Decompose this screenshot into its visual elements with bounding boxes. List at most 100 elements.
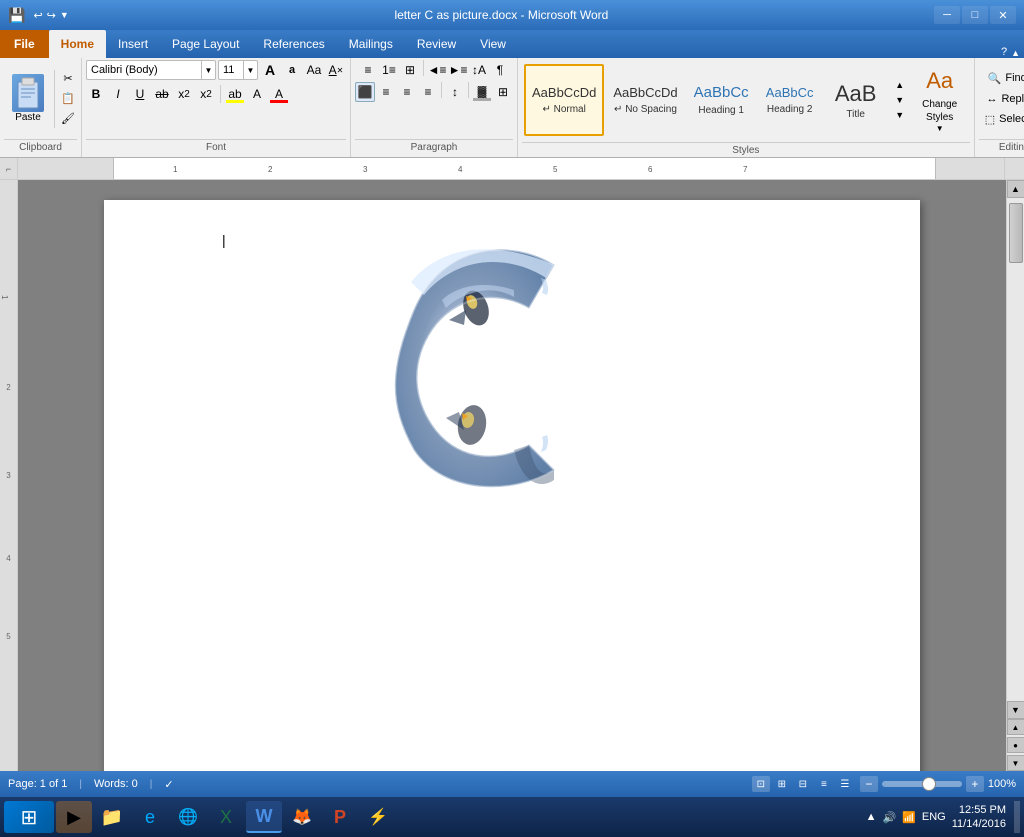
bold-button[interactable]: B [86,84,106,104]
align-left-button[interactable]: ⬛ [355,82,375,102]
underline-button[interactable]: U [130,84,150,104]
browse-select-button[interactable]: ● [1007,737,1024,753]
tab-references[interactable]: References [251,30,336,58]
volume-icon[interactable]: 🔊 [883,811,897,824]
clipboard-label: Clipboard [4,139,77,155]
editing-label: Editing [979,139,1024,155]
proofing-icon[interactable]: ✓ [164,778,173,791]
zoom-out-button[interactable]: − [860,776,878,792]
show-marks-button[interactable]: ¶ [490,60,510,80]
tab-home[interactable]: Home [49,30,106,58]
print-layout-view[interactable]: ⊡ [752,776,770,792]
cut-button[interactable]: ✂ [59,70,77,88]
align-center-button[interactable]: ≡ [376,82,396,102]
style-heading1[interactable]: AaBbCc Heading 1 [687,64,756,136]
tab-file[interactable]: File [0,30,49,58]
taskbar-app-chrome[interactable]: 🌐 [170,801,206,833]
style-no-spacing[interactable]: AaBbCcDd ↵ No Spacing [606,64,684,136]
shading-button[interactable]: ▓ [472,82,492,102]
font-selector[interactable]: Calibri (Body) ▼ [86,60,216,80]
bullets-button[interactable]: ≡ [358,60,378,80]
prev-page-button[interactable]: ▲ [1007,719,1024,735]
select-button[interactable]: ⬚ Select ▼ [976,110,1024,129]
strikethrough-button[interactable]: ab [152,84,172,104]
taskbar-app-excel[interactable]: X [208,801,244,833]
increase-indent-button[interactable]: ►≡ [448,60,468,80]
numbering-button[interactable]: 1≡ [379,60,399,80]
zoom-in-button[interactable]: + [966,776,984,792]
multilevel-list-button[interactable]: ⊞ [400,60,420,80]
ruler-corner-button[interactable]: ⌐ [0,158,18,180]
systray-arrow[interactable]: ▲ [866,811,877,823]
scroll-thumb[interactable] [1009,203,1023,263]
taskbar-app-media[interactable]: ▶ [56,801,92,833]
window-controls[interactable]: ─ □ ✕ [934,6,1016,24]
zoom-level[interactable]: 100% [988,778,1016,790]
styles-scroll-more[interactable]: ▼ [892,108,908,122]
paste-button[interactable]: Paste [4,70,52,127]
full-screen-view[interactable]: ⊞ [773,776,791,792]
borders-button[interactable]: ⊞ [493,82,513,102]
network-icon[interactable]: 📶 [902,811,916,824]
grow-font-button[interactable]: A [260,60,280,80]
taskbar-app-explorer[interactable]: 📁 [94,801,130,833]
draft-view[interactable]: ☰ [836,776,854,792]
taskbar-app-ppt[interactable]: P [322,801,358,833]
change-styles-button[interactable]: Aa ChangeStyles ▼ [910,64,970,136]
taskbar-clock[interactable]: 12:55 PM 11/14/2016 [952,803,1006,832]
tab-view[interactable]: View [468,30,518,58]
outline-view[interactable]: ≡ [815,776,833,792]
clipboard-group: Paste ✂ 📋 🖌 Clipboard [0,58,82,157]
sort-button[interactable]: ↕A [469,60,489,80]
justify-button[interactable]: ≡ [418,82,438,102]
style-title[interactable]: AaB Title [824,64,888,136]
text-highlight-button[interactable]: ab [225,84,245,104]
shrink-font-button[interactable]: a [282,60,302,80]
taskbar-app-firefox[interactable]: 🦊 [284,801,320,833]
align-right-button[interactable]: ≡ [397,82,417,102]
line-spacing-button[interactable]: ↕ [445,82,465,102]
italic-button[interactable]: I [108,84,128,104]
style-normal[interactable]: AaBbCcDd ↵ Normal [524,64,604,136]
maximize-button[interactable]: □ [962,6,988,24]
zoom-slider[interactable] [882,781,962,787]
minimize-button[interactable]: ─ [934,6,960,24]
change-case-button[interactable]: Aa [304,60,324,80]
taskbar-app-extra[interactable]: ⚡ [360,801,396,833]
next-page-button[interactable]: ▼ [1007,755,1024,771]
font-group: Calibri (Body) ▼ 11 ▼ A a Aa A✕ B I U ab [82,58,351,157]
character-shading-button[interactable]: A [247,84,267,104]
tab-review[interactable]: Review [405,30,468,58]
taskbar-app-word[interactable]: W [246,801,282,833]
start-button[interactable]: ⊞ [4,801,54,833]
find-button[interactable]: 🔍 Find ▼ [979,69,1024,88]
styles-scroll-down[interactable]: ▼ [892,93,908,107]
taskbar-app-ie[interactable]: e [132,801,168,833]
font-color-button[interactable]: A [269,84,289,104]
subscript-button[interactable]: x2 [174,84,194,104]
superscript-button[interactable]: x2 [196,84,216,104]
tab-insert[interactable]: Insert [106,30,160,58]
scroll-up-button[interactable]: ▲ [1007,180,1024,198]
style-heading2[interactable]: AaBbCc Heading 2 [758,64,822,136]
web-layout-view[interactable]: ⊟ [794,776,812,792]
letter-c-image[interactable] [384,230,584,503]
page-info: Page: 1 of 1 [8,778,67,790]
tab-mailings[interactable]: Mailings [337,30,405,58]
scroll-down-button[interactable]: ▼ [1007,701,1024,719]
close-button[interactable]: ✕ [990,6,1016,24]
ribbon-help[interactable]: ? [1001,46,1007,58]
language-indicator[interactable]: ENG [922,811,946,823]
styles-scroll-up[interactable]: ▲ [892,78,908,92]
show-desktop-button[interactable] [1014,801,1020,833]
clear-formatting-button[interactable]: A✕ [326,60,346,80]
format-painter-button[interactable]: 🖌 [59,110,77,128]
scroll-track[interactable] [1007,198,1024,701]
tab-page-layout[interactable]: Page Layout [160,30,251,58]
copy-button[interactable]: 📋 [59,90,77,108]
font-size-selector[interactable]: 11 ▼ [218,60,258,80]
ribbon-collapse[interactable]: ▲ [1011,48,1020,58]
decrease-indent-button[interactable]: ◄≡ [427,60,447,80]
replace-button[interactable]: ↔ Replace [977,90,1024,108]
vertical-scrollbar[interactable]: ▲ ▼ ▲ ● ▼ [1006,180,1024,771]
